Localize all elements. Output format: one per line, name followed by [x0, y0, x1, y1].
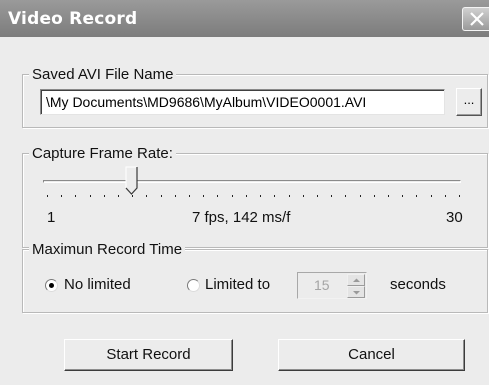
close-x-icon: [470, 12, 484, 26]
slider-tick: [118, 195, 119, 197]
slider-tick: [260, 195, 261, 197]
video-record-dialog: Video Record Saved AVI File Name \My Doc…: [0, 0, 489, 385]
cancel-button[interactable]: Cancel: [278, 339, 465, 371]
arrow-up-icon: [353, 278, 360, 282]
spin-up-button[interactable]: [347, 274, 365, 286]
slider-tick: [274, 195, 275, 197]
frame-rate-slider-track[interactable]: [43, 180, 461, 183]
browse-button[interactable]: ...: [456, 88, 482, 116]
slider-tick: [189, 195, 190, 197]
window-title: Video Record: [8, 9, 138, 29]
frame-rate-min-label: 1: [47, 209, 56, 226]
slider-tick: [303, 195, 304, 197]
record-time-legend: Maximun Record Time: [29, 241, 186, 258]
arrow-down-icon: [353, 291, 360, 295]
slider-tick: [175, 195, 176, 197]
slider-tick: [90, 195, 91, 197]
slider-tick: [47, 195, 48, 197]
slider-tick: [104, 195, 105, 197]
slider-tick: [217, 195, 218, 197]
slider-tick: [317, 195, 318, 197]
slider-tick: [445, 195, 446, 197]
slider-ticks: [47, 195, 460, 199]
frame-rate-current-label: 7 fps, 142 ms/f: [192, 209, 291, 226]
limited-to-label[interactable]: Limited to: [205, 276, 270, 293]
no-limited-label[interactable]: No limited: [64, 276, 131, 293]
slider-tick: [345, 195, 346, 197]
slider-tick: [146, 195, 147, 197]
limited-to-radio[interactable]: [187, 279, 200, 292]
radio-selected-dot: [49, 283, 54, 288]
close-button[interactable]: [462, 7, 489, 31]
start-record-button[interactable]: Start Record: [64, 339, 233, 371]
slider-tick: [203, 195, 204, 197]
slider-tick: [431, 195, 432, 197]
file-path-input[interactable]: \My Documents\MD9686\MyAlbum\VIDEO0001.A…: [40, 89, 445, 115]
slider-tick: [331, 195, 332, 197]
saved-file-legend: Saved AVI File Name: [29, 66, 177, 83]
seconds-unit-label: seconds: [390, 276, 446, 293]
limit-spinner[interactable]: [347, 274, 365, 298]
slider-tick: [374, 195, 375, 197]
frame-rate-max-label: 30: [446, 209, 463, 226]
slider-tick: [360, 195, 361, 197]
slider-tick: [75, 195, 76, 197]
slider-tick: [402, 195, 403, 197]
slider-tick: [416, 195, 417, 197]
frame-rate-legend: Capture Frame Rate:: [29, 145, 176, 162]
slider-tick: [61, 195, 62, 197]
slider-tick: [246, 195, 247, 197]
slider-tick: [388, 195, 389, 197]
no-limited-radio[interactable]: [45, 279, 58, 292]
slider-pointer-icon[interactable]: [125, 166, 139, 196]
slider-tick: [161, 195, 162, 197]
slider-tick: [459, 195, 460, 197]
title-bar[interactable]: Video Record: [0, 0, 489, 37]
slider-tick: [132, 195, 133, 197]
slider-tick: [232, 195, 233, 197]
spin-down-button[interactable]: [347, 286, 365, 298]
slider-tick: [289, 195, 290, 197]
